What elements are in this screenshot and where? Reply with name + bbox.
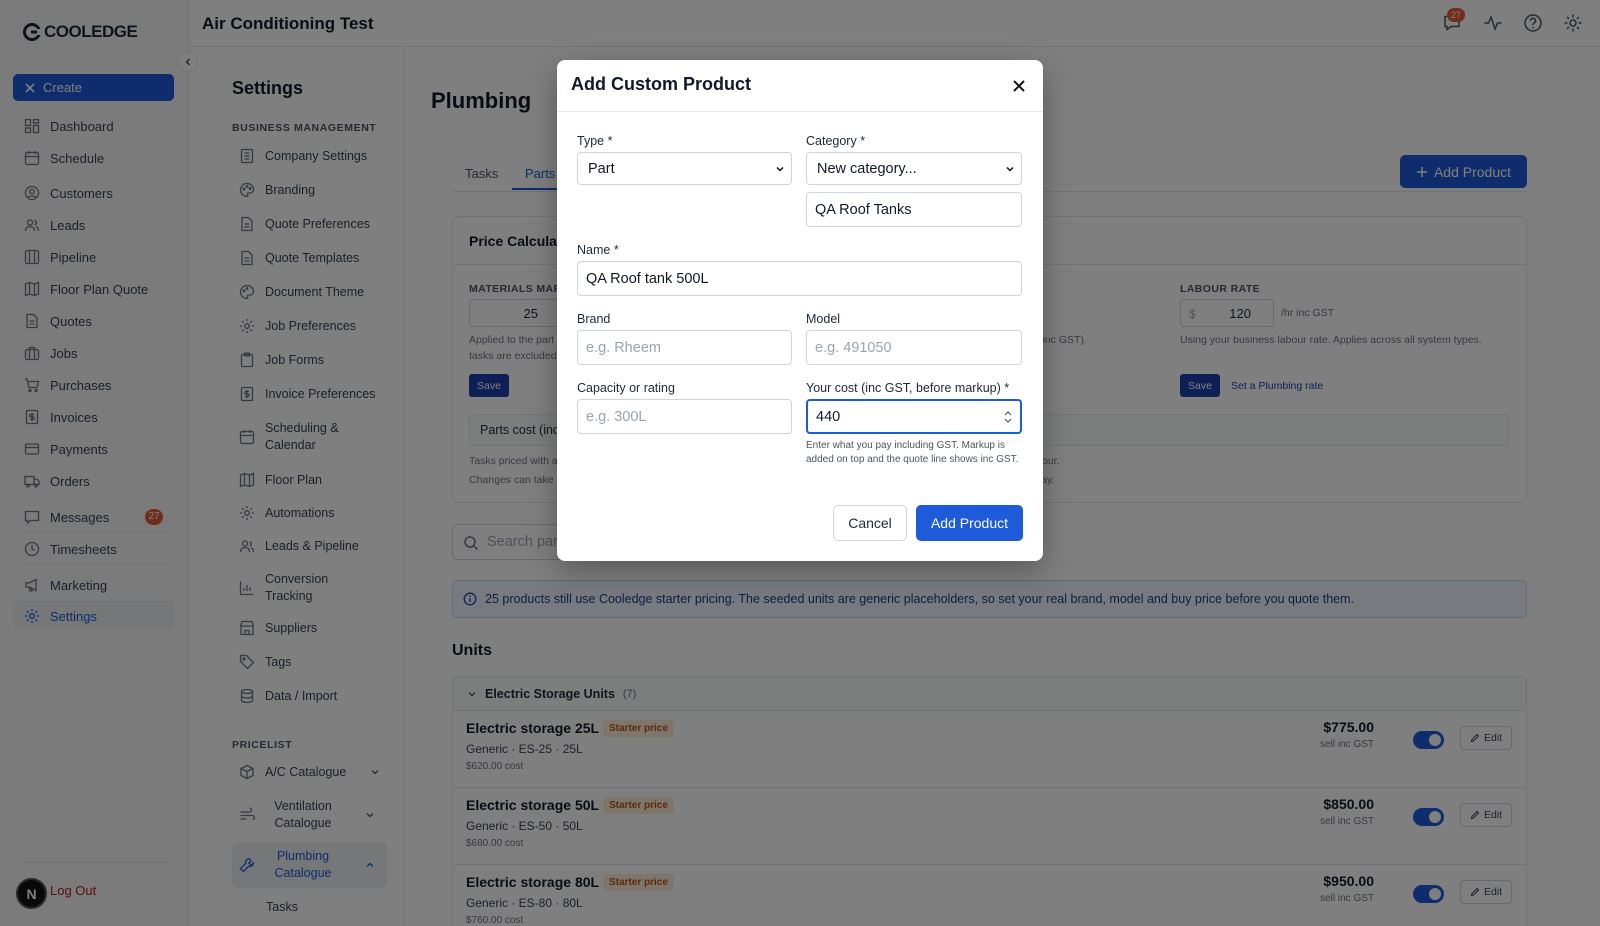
capacity-label: Capacity or rating xyxy=(577,381,675,395)
dialog-title: Add Custom Product xyxy=(571,74,751,94)
dialog-header-divider xyxy=(557,111,1043,112)
cost-input[interactable]: 440 xyxy=(806,399,1022,434)
add-custom-product-dialog: Add Custom Product Type * Part Category … xyxy=(557,60,1043,561)
close-icon[interactable] xyxy=(1009,76,1029,96)
brand-label: Brand xyxy=(577,312,611,326)
chevron-down-icon xyxy=(776,166,784,172)
type-select[interactable]: Part xyxy=(577,152,792,185)
stepper-icon[interactable] xyxy=(1004,409,1012,425)
model-input[interactable]: e.g. 491050 xyxy=(806,330,1022,365)
cost-value: 440 xyxy=(816,408,841,425)
type-label: Type * xyxy=(577,134,613,148)
model-label: Model xyxy=(806,312,841,326)
type-selected-value: Part xyxy=(588,160,615,177)
chevron-down-icon xyxy=(1006,166,1014,172)
name-label: Name * xyxy=(577,243,619,257)
brand-input[interactable]: e.g. Rheem xyxy=(577,330,792,365)
cancel-button[interactable]: Cancel xyxy=(833,505,907,541)
category-select[interactable]: New category... xyxy=(806,152,1022,185)
new-category-input[interactable]: QA Roof Tanks xyxy=(806,192,1022,227)
cost-help-text: Enter what you pay including GST. Markup… xyxy=(806,440,1019,465)
category-selected-value: New category... xyxy=(817,160,917,177)
cost-label: Your cost (inc GST, before markup) * xyxy=(806,381,1010,395)
add-product-submit-button[interactable]: Add Product xyxy=(916,505,1023,541)
category-label: Category * xyxy=(806,134,866,148)
product-name-input[interactable]: QA Roof tank 500L xyxy=(577,261,1022,296)
capacity-input[interactable]: e.g. 300L xyxy=(577,399,792,434)
